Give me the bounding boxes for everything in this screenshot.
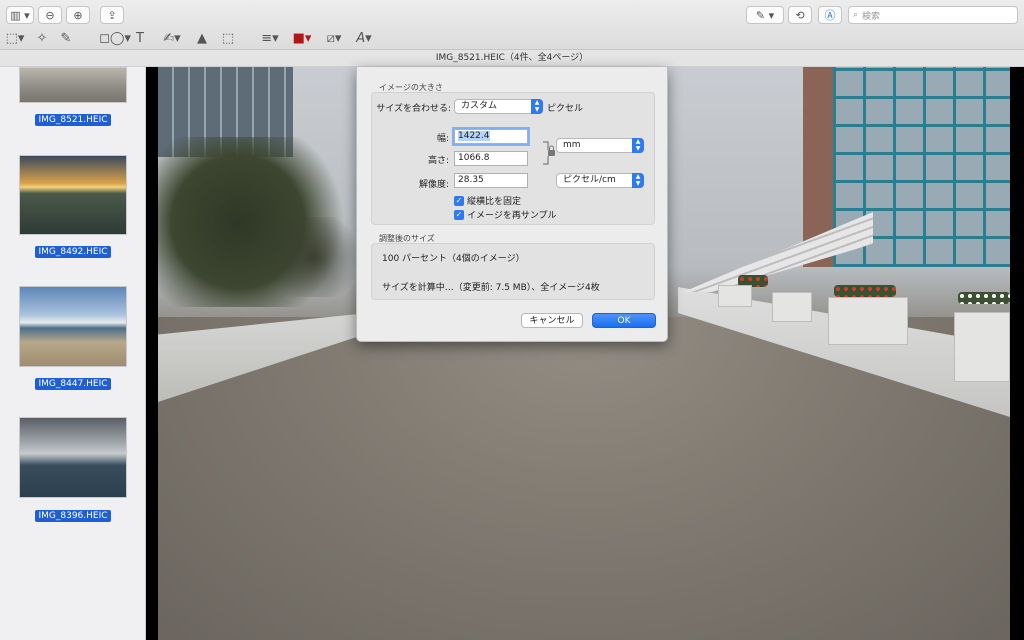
share-icon: ⇪ [107,8,117,22]
flowers [834,285,896,297]
fill-color-icon[interactable]: ⧄▾ [322,28,346,48]
rotate-button[interactable]: ⟲ [788,6,812,24]
sidebar-toggle-button[interactable]: ▥ ▾ [6,6,34,24]
line-style-icon[interactable]: ≡▾ [258,28,282,48]
resample-label: イメージを再サンプル [467,211,557,221]
size-unit-value: mm [563,140,581,150]
popup-arrows-icon: ▲ ▼ [531,99,543,114]
resolution-unit-popup[interactable]: ピクセル/cm ▲ ▼ [556,173,644,188]
flowers [958,292,1010,304]
popup-arrows-icon: ▲ ▼ [632,173,644,188]
zoom-out-icon: ⊖ [45,8,55,22]
width-field[interactable]: 1422.4 [454,129,528,144]
rotate-icon: ⟲ [795,8,805,22]
scale-proportionally-label: 縦横比を固定 [467,197,522,207]
checkmark-icon: ✓ [454,209,464,220]
fit-popup[interactable]: カスタム ▲ ▼ [454,99,543,114]
height-field[interactable]: 1066.8 [454,151,528,166]
zoom-out-button[interactable]: ⊖ [38,6,62,24]
resample-checkbox[interactable]: ✓ イメージを再サンプル [454,208,557,221]
thumbnail-image[interactable] [19,286,127,367]
fit-value: カスタム [461,101,498,111]
window-title: IMG_8521.HEIC（4件、全4ページ） [0,50,1024,67]
resolution-label: 解像度: [418,180,449,190]
tree [258,217,368,297]
width-label: 幅: [436,134,449,144]
planter [828,297,908,345]
planter [718,285,752,307]
zoom-in-icon: ⊕ [73,8,83,22]
result-percent: 100 パーセント（4個のイメージ） [382,254,525,264]
search-icon: ⌕ [853,10,859,20]
checkmark-icon: ✓ [454,195,464,206]
annotate-icon: Ⓐ [824,9,836,22]
resolution-field[interactable]: 28.35 [454,173,528,188]
share-button[interactable]: ⇪ [100,6,124,24]
planter [772,292,812,322]
stairs [683,212,873,292]
toolbar: ▥ ▾ ⊖ ⊕ ⇪ ⬚▾ ✧ ✎ ◻◯▾ T ✍▾ ▲ ⬚ ≡▾ ■▾ ⧄▾ A… [0,0,1024,50]
fit-unit-label: ピクセル [547,104,584,114]
thumbnail-image[interactable] [19,417,127,498]
planter [954,312,1010,382]
thumbnail-image[interactable] [19,67,127,103]
scale-proportionally-checkbox[interactable]: ✓ 縦横比を固定 [454,194,521,207]
adjust-color-icon[interactable]: ▲ [194,28,210,48]
markup-toolbar-button[interactable]: ✎ ▾ [746,6,784,24]
text-style-icon[interactable]: A▾ [352,28,376,48]
pen-icon: ✎ ▾ [755,8,775,22]
search-placeholder: 検索 [862,11,881,22]
cancel-button[interactable]: キャンセル [521,313,583,328]
instant-alpha-icon[interactable]: ✧ [34,28,50,48]
ok-button[interactable]: OK [592,313,656,328]
sidebar-item-label[interactable]: IMG_8492.HEIC [0,244,145,258]
popup-arrows-icon: ▲ ▼ [632,138,644,153]
height-label: 高さ: [427,156,449,166]
sidebar-item-label[interactable]: IMG_8396.HEIC [0,508,145,522]
search-field[interactable]: ⌕ 検索 [848,6,1018,24]
image-size-dialog: イメージの大きさ サイズを合わせる: カスタム ▲ ▼ ピクセル 幅: 1422.… [356,67,668,342]
shapes-icon[interactable]: ◻◯▾ [99,28,131,48]
adjust-size-icon[interactable]: ⬚ [220,28,236,48]
annotate-button[interactable]: Ⓐ [818,6,842,24]
aspect-lock-icon[interactable] [543,138,557,168]
selection-tool-icon[interactable]: ⬚▾ [4,28,26,48]
border-color-icon[interactable]: ■▾ [290,28,314,48]
fit-label: サイズを合わせる: [376,104,451,114]
signature-icon[interactable]: ✍▾ [160,28,184,48]
thumbnail-image[interactable] [19,155,127,235]
zoom-in-button[interactable]: ⊕ [66,6,90,24]
sidebar-item-label[interactable]: IMG_8521.HEIC [0,112,145,126]
result-calculating: サイズを計算中…（変更前: 7.5 MB）、全イメージ4枚 [382,283,600,293]
text-icon[interactable]: T [132,28,148,48]
sidebar: IMG_8521.HEIC IMG_8492.HEIC IMG_8447.HEI… [0,67,146,640]
sidebar-item-label[interactable]: IMG_8447.HEIC [0,376,145,390]
resolution-unit-value: ピクセル/cm [563,175,616,185]
sidebar-icon: ▥ ▾ [10,8,30,22]
sketch-icon[interactable]: ✎ [58,28,74,48]
size-unit-popup[interactable]: mm ▲ ▼ [556,138,644,153]
